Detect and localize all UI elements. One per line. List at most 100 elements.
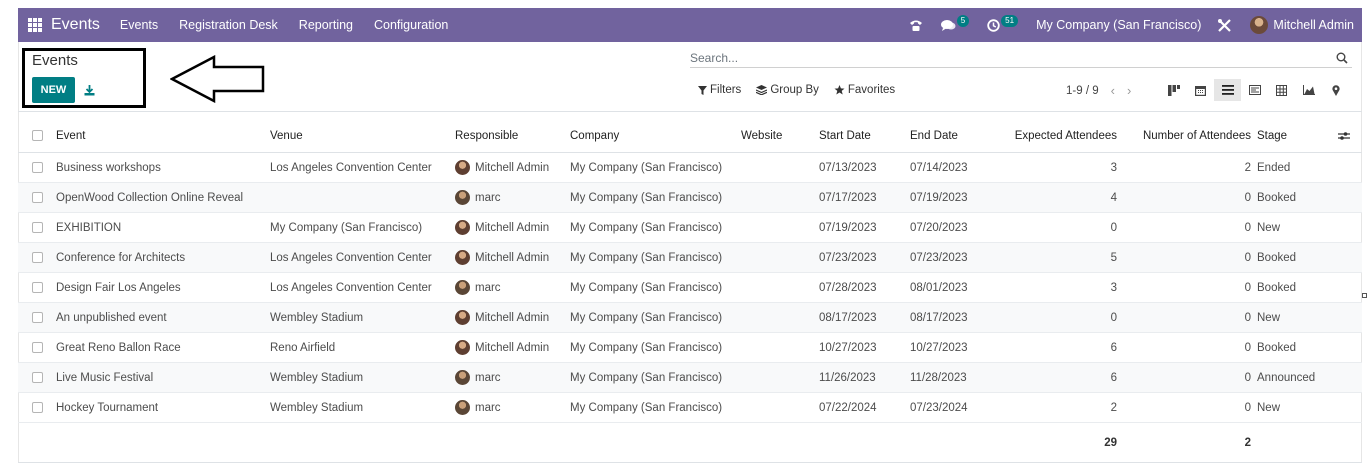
cell-stage[interactable]: Booked bbox=[1257, 183, 1296, 212]
cell-expected-attendees[interactable]: 2 bbox=[998, 393, 1117, 422]
cell-responsible[interactable]: Mitchell Admin bbox=[455, 213, 549, 242]
cell-number-of-attendees[interactable]: 0 bbox=[1128, 393, 1251, 422]
cell-number-of-attendees[interactable]: 0 bbox=[1128, 273, 1251, 302]
cell-stage[interactable]: New bbox=[1257, 303, 1280, 332]
table-row[interactable]: Great Reno Ballon Race Reno Airfield Mitch… bbox=[18, 333, 1362, 363]
cell-event[interactable]: An unpublished event bbox=[56, 303, 167, 332]
menu-configuration[interactable]: Configuration bbox=[374, 18, 448, 32]
menu-registration-desk[interactable]: Registration Desk bbox=[179, 18, 278, 32]
cell-expected-attendees[interactable]: 3 bbox=[998, 153, 1117, 182]
row-checkbox[interactable] bbox=[32, 243, 43, 272]
cell-start-date[interactable]: 07/23/2023 bbox=[819, 243, 877, 272]
column-event[interactable]: Event bbox=[56, 119, 85, 152]
kanban-view-icon[interactable] bbox=[1160, 79, 1187, 101]
cell-expected-attendees[interactable]: 5 bbox=[998, 243, 1117, 272]
search-input[interactable] bbox=[690, 50, 1310, 65]
cell-event[interactable]: Design Fair Los Angeles bbox=[56, 273, 181, 302]
cell-stage[interactable]: Announced bbox=[1257, 363, 1315, 392]
cell-end-date[interactable]: 07/14/2023 bbox=[910, 153, 968, 182]
column-venue[interactable]: Venue bbox=[270, 119, 303, 152]
user-avatar[interactable] bbox=[1250, 16, 1269, 34]
list-view-icon[interactable] bbox=[1214, 79, 1241, 101]
cell-venue[interactable]: Wembley Stadium bbox=[270, 363, 363, 392]
table-row[interactable]: Business workshops Los Angeles Convention… bbox=[18, 153, 1362, 183]
cell-number-of-attendees[interactable]: 2 bbox=[1128, 153, 1251, 182]
app-brand[interactable]: Events bbox=[51, 16, 100, 34]
cell-venue[interactable]: Wembley Stadium bbox=[270, 303, 363, 332]
calendar-view-icon[interactable] bbox=[1187, 79, 1214, 101]
user-menu[interactable]: Mitchell Admin bbox=[1273, 18, 1354, 32]
column-stage[interactable]: Stage bbox=[1257, 119, 1287, 152]
cell-company[interactable]: My Company (San Francisco) bbox=[570, 273, 722, 302]
cell-venue[interactable]: Los Angeles Convention Center bbox=[270, 273, 432, 302]
cell-stage[interactable]: New bbox=[1257, 393, 1280, 422]
cell-expected-attendees[interactable]: 0 bbox=[998, 213, 1117, 242]
row-checkbox[interactable] bbox=[32, 363, 43, 392]
table-row[interactable]: An unpublished event Wembley Stadium Mitch… bbox=[18, 303, 1362, 333]
graph-view-icon[interactable] bbox=[1295, 79, 1322, 101]
map-view-icon[interactable] bbox=[1322, 79, 1349, 101]
pager-prev-icon[interactable]: ‹ bbox=[1111, 83, 1115, 98]
cell-responsible[interactable]: Mitchell Admin bbox=[455, 153, 549, 182]
column-responsible[interactable]: Responsible bbox=[455, 119, 518, 152]
messages-icon[interactable]: 5 bbox=[940, 15, 970, 32]
pivot-view-icon[interactable] bbox=[1268, 79, 1295, 101]
search-icon[interactable] bbox=[1336, 52, 1348, 64]
row-checkbox[interactable] bbox=[32, 273, 43, 302]
cell-venue[interactable]: Wembley Stadium bbox=[270, 393, 363, 422]
cell-stage[interactable]: Ended bbox=[1257, 153, 1290, 182]
activities-icon[interactable]: 51 bbox=[987, 15, 1019, 32]
cell-stage[interactable]: Booked bbox=[1257, 273, 1296, 302]
column-number-of-attendees[interactable]: Number of Attendees bbox=[1128, 119, 1251, 152]
cell-event[interactable]: OpenWood Collection Online Reveal bbox=[56, 183, 243, 212]
select-all-checkbox[interactable] bbox=[32, 119, 43, 152]
cell-end-date[interactable]: 11/28/2023 bbox=[910, 363, 967, 392]
apps-menu-icon[interactable] bbox=[28, 18, 42, 32]
cell-end-date[interactable]: 07/19/2023 bbox=[910, 183, 968, 212]
column-end-date[interactable]: End Date bbox=[910, 119, 958, 152]
cell-expected-attendees[interactable]: 6 bbox=[998, 363, 1117, 392]
table-row[interactable]: Conference for Architects Los Angeles Con… bbox=[18, 243, 1362, 273]
column-expected-attendees[interactable]: Expected Attendees bbox=[998, 119, 1117, 152]
cell-responsible[interactable]: marc bbox=[455, 363, 501, 392]
cell-company[interactable]: My Company (San Francisco) bbox=[570, 243, 722, 272]
table-row[interactable]: Hockey Tournament Wembley Stadium marc My C… bbox=[18, 393, 1362, 423]
cell-expected-attendees[interactable]: 3 bbox=[998, 273, 1117, 302]
table-row[interactable]: OpenWood Collection Online Reveal marc My … bbox=[18, 183, 1362, 213]
cell-start-date[interactable]: 11/26/2023 bbox=[819, 363, 876, 392]
cell-expected-attendees[interactable]: 0 bbox=[998, 303, 1117, 332]
cell-company[interactable]: My Company (San Francisco) bbox=[570, 213, 722, 242]
group-by-button[interactable]: Group By bbox=[756, 84, 819, 96]
company-switcher[interactable]: My Company (San Francisco) bbox=[1036, 18, 1201, 32]
menu-reporting[interactable]: Reporting bbox=[299, 18, 353, 32]
cell-responsible[interactable]: marc bbox=[455, 393, 501, 422]
cell-end-date[interactable]: 08/01/2023 bbox=[910, 273, 968, 302]
cell-company[interactable]: My Company (San Francisco) bbox=[570, 303, 722, 332]
cell-company[interactable]: My Company (San Francisco) bbox=[570, 333, 722, 362]
row-checkbox[interactable] bbox=[32, 333, 43, 362]
cell-event[interactable]: Business workshops bbox=[56, 153, 161, 182]
cell-start-date[interactable]: 07/19/2023 bbox=[819, 213, 877, 242]
cell-venue[interactable]: My Company (San Francisco) bbox=[270, 213, 422, 242]
row-checkbox[interactable] bbox=[32, 213, 43, 242]
row-checkbox[interactable] bbox=[32, 303, 43, 332]
pager-next-icon[interactable]: › bbox=[1127, 83, 1131, 98]
row-checkbox[interactable] bbox=[32, 153, 43, 182]
cell-event[interactable]: Great Reno Ballon Race bbox=[56, 333, 181, 362]
cell-number-of-attendees[interactable]: 0 bbox=[1128, 363, 1251, 392]
cell-expected-attendees[interactable]: 6 bbox=[998, 333, 1117, 362]
cell-responsible[interactable]: Mitchell Admin bbox=[455, 333, 549, 362]
cell-number-of-attendees[interactable]: 0 bbox=[1128, 183, 1251, 212]
column-company[interactable]: Company bbox=[570, 119, 619, 152]
cell-start-date[interactable]: 07/22/2024 bbox=[819, 393, 877, 422]
row-checkbox[interactable] bbox=[32, 183, 43, 212]
cell-responsible[interactable]: marc bbox=[455, 183, 501, 212]
cell-number-of-attendees[interactable]: 0 bbox=[1128, 213, 1251, 242]
cell-end-date[interactable]: 07/20/2023 bbox=[910, 213, 968, 242]
cell-company[interactable]: My Company (San Francisco) bbox=[570, 153, 722, 182]
cell-end-date[interactable]: 07/23/2023 bbox=[910, 243, 968, 272]
cell-responsible[interactable]: Mitchell Admin bbox=[455, 303, 549, 332]
resize-handle[interactable] bbox=[1362, 293, 1367, 298]
cell-event[interactable]: Conference for Architects bbox=[56, 243, 185, 272]
cell-stage[interactable]: New bbox=[1257, 213, 1280, 242]
